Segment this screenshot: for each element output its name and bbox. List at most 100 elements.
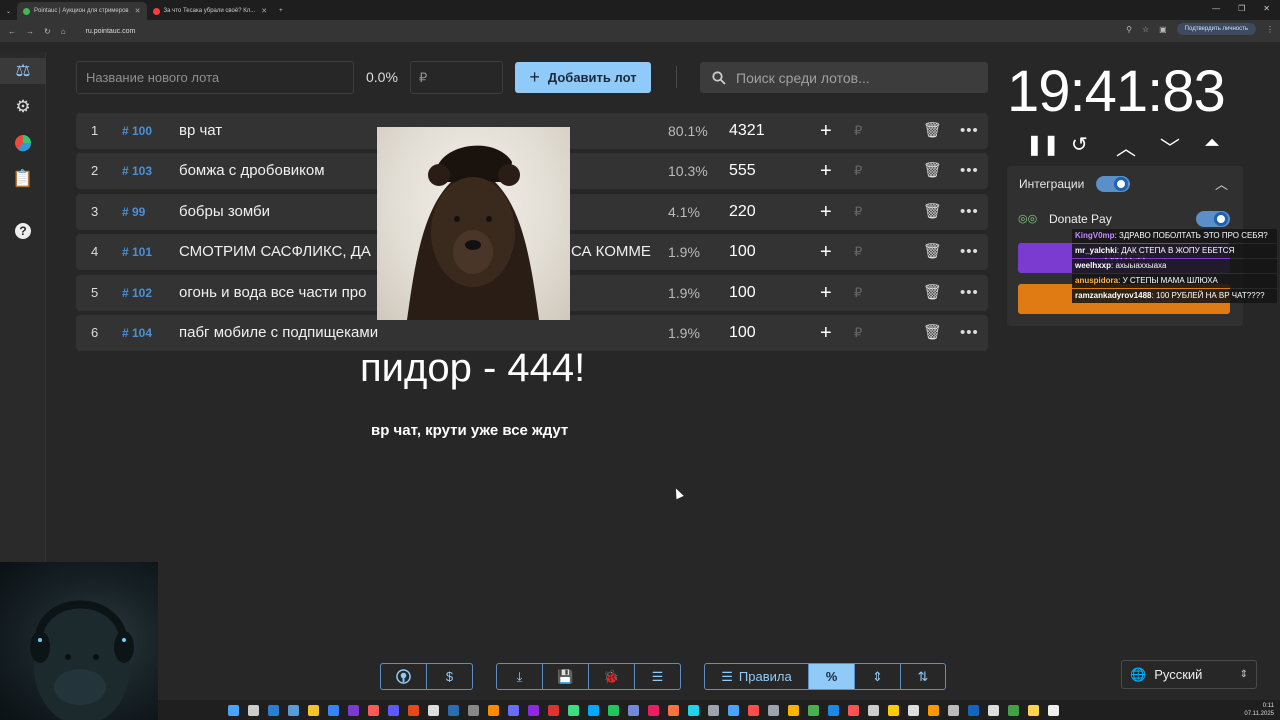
amount-input[interactable]: ₽ bbox=[410, 61, 503, 94]
browser-tab-video[interactable]: За что Тесака убрали своё? Кл... ✕ bbox=[147, 2, 274, 20]
trash-icon[interactable]: 🗑 bbox=[923, 275, 942, 311]
taskbar-app-icon[interactable] bbox=[528, 704, 539, 716]
trash-icon[interactable]: 🗑 bbox=[923, 234, 942, 270]
new-tab-button[interactable]: + bbox=[273, 2, 289, 20]
lot-name[interactable]: бомжа с дробовиком bbox=[179, 153, 325, 189]
more-options-icon[interactable]: ••• bbox=[960, 153, 979, 189]
trash-icon[interactable]: 🗑 bbox=[923, 315, 942, 351]
help-icon[interactable]: ? bbox=[10, 218, 36, 244]
reset-icon[interactable]: ↺ bbox=[1071, 132, 1088, 157]
taskbar-app-icon[interactable] bbox=[268, 704, 279, 716]
lot-amount[interactable]: 100 bbox=[729, 275, 756, 311]
taskbar-app-icon[interactable] bbox=[568, 704, 579, 716]
taskbar-app-icon[interactable] bbox=[628, 704, 639, 716]
taskbar-app-icon[interactable] bbox=[748, 704, 759, 716]
taskbar-app-icon[interactable] bbox=[768, 704, 779, 716]
taskbar-app-icon[interactable] bbox=[328, 704, 339, 716]
lot-name[interactable]: бобры зомби bbox=[179, 194, 270, 230]
taskbar-app-icon[interactable] bbox=[788, 704, 799, 716]
dollar-icon[interactable]: $ bbox=[427, 664, 472, 689]
taskbar-app-icon[interactable] bbox=[868, 704, 879, 716]
lot-amount[interactable]: 220 bbox=[729, 194, 756, 230]
taskbar-app-icon[interactable] bbox=[1028, 704, 1039, 716]
taskbar-app-icon[interactable] bbox=[928, 704, 939, 716]
taskbar-app-icon[interactable] bbox=[448, 704, 459, 716]
close-tab-icon[interactable]: ✕ bbox=[135, 7, 141, 15]
reload-icon[interactable]: ↻ bbox=[44, 27, 51, 36]
lot-amount[interactable]: 100 bbox=[729, 315, 756, 351]
arrow-up-icon[interactable]: ︿ bbox=[1116, 132, 1136, 161]
bookmark-star-icon[interactable]: ☆ bbox=[1142, 25, 1149, 34]
clear-list-icon[interactable]: ☰ bbox=[635, 664, 680, 689]
lot-name[interactable]: вр чат bbox=[179, 113, 222, 149]
taskbar-app-icon[interactable] bbox=[608, 704, 619, 716]
pause-icon[interactable]: ❚❚ bbox=[1026, 132, 1060, 157]
arrow-down-icon[interactable]: ﹀ bbox=[1160, 132, 1180, 161]
url-field[interactable]: ru.pointauc.com bbox=[86, 28, 136, 35]
taskbar-app-icon[interactable] bbox=[428, 704, 439, 716]
lot-amount[interactable]: 555 bbox=[729, 153, 756, 189]
taskbar-app-icon[interactable] bbox=[228, 704, 239, 716]
save-icon[interactable]: 💾 bbox=[543, 664, 589, 689]
taskbar-app-icon[interactable] bbox=[648, 704, 659, 716]
lot-name[interactable]: пабг мобиле с подпищеками bbox=[179, 315, 378, 351]
extensions-icon[interactable]: ▣ bbox=[1159, 25, 1167, 34]
percent-toggle-button[interactable]: % bbox=[809, 664, 855, 689]
taskbar-app-icon[interactable] bbox=[708, 704, 719, 716]
lot-name[interactable]: СМОТРИМ САСФЛИКС, ДА bbox=[179, 234, 371, 270]
trash-icon[interactable]: 🗑 bbox=[923, 153, 942, 189]
bug-icon[interactable]: 🐞 bbox=[589, 664, 635, 689]
taskbar-app-icon[interactable] bbox=[888, 704, 899, 716]
lot-amount[interactable]: 100 bbox=[729, 234, 756, 270]
more-options-icon[interactable]: ••• bbox=[960, 194, 979, 230]
taskbar-app-icon[interactable] bbox=[508, 704, 519, 716]
double-arrow-up-icon[interactable]: ⏶ bbox=[1204, 132, 1220, 155]
taskbar-app-icon[interactable] bbox=[388, 704, 399, 716]
new-lot-name-input[interactable]: Название нового лота bbox=[76, 61, 354, 94]
taskbar-app-icon[interactable] bbox=[1048, 704, 1059, 716]
lot-amount[interactable]: 4321 bbox=[729, 113, 765, 149]
more-options-icon[interactable]: ••• bbox=[960, 113, 979, 149]
add-amount-icon[interactable]: + bbox=[820, 315, 832, 351]
minimize-icon[interactable]: — bbox=[1212, 4, 1220, 13]
chevron-up-icon[interactable]: ︿ bbox=[1215, 174, 1228, 193]
taskbar-app-icon[interactable] bbox=[848, 704, 859, 716]
taskbar-app-icon[interactable] bbox=[688, 704, 699, 716]
clipboard-icon[interactable]: 📋 bbox=[10, 166, 36, 192]
pie-chart-icon[interactable] bbox=[10, 130, 36, 156]
taskbar-app-icon[interactable] bbox=[828, 704, 839, 716]
integrations-toggle[interactable] bbox=[1096, 176, 1130, 192]
back-icon[interactable]: ← bbox=[8, 27, 16, 36]
gear-icon[interactable]: ⚙ bbox=[10, 94, 36, 120]
browser-menu-icon[interactable]: ⋮ bbox=[1266, 25, 1274, 34]
taskbar-app-icon[interactable] bbox=[728, 704, 739, 716]
add-lot-button[interactable]: + Добавить лот bbox=[515, 62, 651, 93]
verify-identity-button[interactable]: Подтвердить личность bbox=[1176, 23, 1256, 35]
taskbar-app-icon[interactable] bbox=[488, 704, 499, 716]
taskbar-app-icon[interactable] bbox=[588, 704, 599, 716]
taskbar-app-icon[interactable] bbox=[1008, 704, 1019, 716]
taskbar-app-icon[interactable] bbox=[308, 704, 319, 716]
add-amount-icon[interactable]: + bbox=[820, 275, 832, 311]
auction-icon[interactable]: ⚖ bbox=[0, 58, 46, 84]
lot-name[interactable]: огонь и вода все части про bbox=[179, 275, 366, 311]
close-window-icon[interactable]: ✕ bbox=[1263, 4, 1270, 13]
add-amount-icon[interactable]: + bbox=[820, 234, 832, 270]
rules-button[interactable]: ☰ Правила bbox=[705, 664, 809, 689]
search-input[interactable]: Поиск среди лотов... bbox=[700, 62, 988, 93]
more-options-icon[interactable]: ••• bbox=[960, 275, 979, 311]
taskbar-app-icon[interactable] bbox=[968, 704, 979, 716]
taskbar-app-icon[interactable] bbox=[948, 704, 959, 716]
home-icon[interactable]: ⌂ bbox=[61, 27, 66, 36]
taskbar-app-icon[interactable] bbox=[348, 704, 359, 716]
download-icon[interactable]: ⤓ bbox=[497, 664, 543, 689]
add-amount-icon[interactable]: + bbox=[820, 153, 832, 189]
maximize-icon[interactable]: ❐ bbox=[1238, 4, 1245, 13]
sort-icon[interactable]: ⇅ bbox=[901, 664, 945, 689]
taskbar-app-icon[interactable] bbox=[808, 704, 819, 716]
browser-tab-pointauc[interactable]: Pointauc | Аукцион для стримеров ✕ bbox=[17, 2, 147, 20]
github-icon[interactable] bbox=[381, 664, 427, 689]
language-select[interactable]: 🌐 Русский ⇕ bbox=[1121, 660, 1257, 689]
tab-menu-button[interactable]: ⌄ bbox=[0, 2, 17, 20]
trash-icon[interactable]: 🗑 bbox=[923, 194, 942, 230]
